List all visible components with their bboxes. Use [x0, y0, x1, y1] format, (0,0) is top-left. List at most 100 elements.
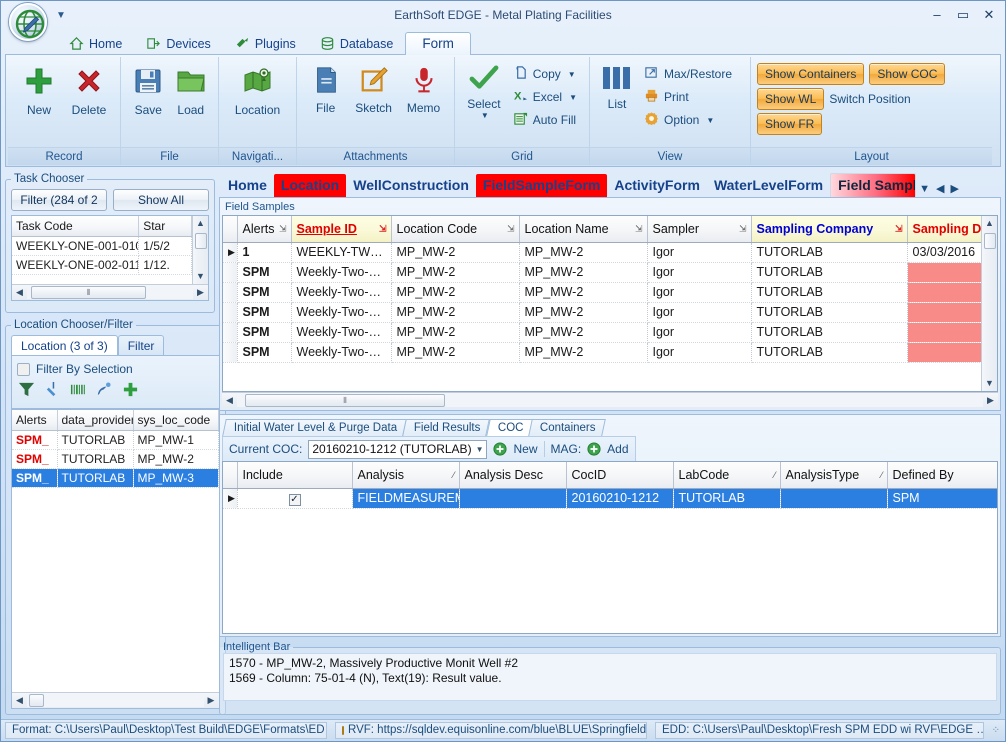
scroll-track[interactable]: ⦀ [27, 286, 193, 299]
tab-containers[interactable]: Containers [528, 419, 605, 436]
cell-sample-id[interactable]: Weekly-Two-… [291, 322, 391, 342]
col-sampling-company[interactable]: Sampling Company⇲ [751, 216, 907, 242]
task-col-start[interactable]: Star [139, 216, 192, 236]
tab-coc[interactable]: COC [486, 419, 533, 436]
table-row[interactable]: WEEKLY-ONE-002-011215 1/12. [12, 255, 192, 274]
scroll-right-icon[interactable]: ▶ [983, 395, 998, 406]
ribbon-tab-home[interactable]: Home [57, 32, 134, 55]
scroll-right-icon[interactable]: ▶ [193, 287, 208, 298]
coc-col-labcode[interactable]: LabCode⁄ [673, 462, 780, 488]
cell-sampling-date[interactable] [907, 342, 981, 362]
print-button[interactable]: Print [638, 86, 738, 108]
table-row[interactable]: ▶ ✓ FIELDMEASUREM… 20160210-1212 TUTORLA… [223, 488, 997, 508]
scroll-down-icon[interactable]: ▼ [196, 269, 205, 284]
location-col-data-provider[interactable]: data_provider [57, 410, 133, 430]
coc-cell-labcode[interactable]: TUTORLAB [673, 488, 780, 508]
chevron-down-icon[interactable]: ▼ [569, 93, 577, 102]
task-grid-horizontal-scrollbar[interactable]: ◀ ⦀ ▶ [12, 284, 208, 300]
plus-icon[interactable] [587, 442, 601, 456]
satellite-icon[interactable] [96, 381, 113, 401]
field-samples-horizontal-scrollbar[interactable]: ◀ ⦀ ▶ [222, 392, 998, 408]
coc-col-analysis-desc[interactable]: Analysis Desc [459, 462, 566, 488]
intelligent-bar-content[interactable]: 1570 - MP_MW-2, Massively Productive Mon… [223, 653, 997, 701]
cell-sampling-date[interactable] [907, 302, 981, 322]
excel-button[interactable]: X Excel ▼ [507, 86, 583, 108]
tab-initial-water-level[interactable]: Initial Water Level & Purge Data [222, 419, 407, 436]
table-row[interactable]: WEEKLY-ONE-001-010515 1/5/2 [12, 236, 192, 255]
cell-location-name[interactable]: MP_MW-2 [519, 302, 647, 322]
show-fr-button[interactable]: Show FR [757, 113, 822, 135]
scroll-up-icon[interactable]: ▲ [985, 216, 994, 231]
cell-location-code[interactable]: MP_MW-2 [391, 282, 519, 302]
cell-location-code[interactable]: MP_MW-2 [391, 322, 519, 342]
cell-sampling-company[interactable]: TUTORLAB [751, 242, 907, 262]
cell-sampling-company[interactable]: TUTORLAB [751, 282, 907, 302]
scroll-thumb[interactable]: ⦀ [31, 286, 146, 299]
tab-next-icon[interactable]: ▶ [950, 182, 958, 195]
form-tab-wellconstruction[interactable]: WellConstruction [346, 174, 476, 197]
application-orb-icon[interactable] [9, 3, 47, 41]
resize-grip-icon[interactable]: ⁘ [992, 725, 1001, 736]
table-row[interactable]: SPM_ TUTORLAB MP_MW-1 [12, 430, 218, 449]
plus-icon[interactable] [122, 381, 139, 401]
table-row[interactable]: SPM Weekly-Two-… MP_MW-2 MP_MW-2 Igor TU… [223, 302, 981, 322]
coc-grid[interactable]: Include Analysis⁄ Analysis Desc CocID La… [222, 461, 998, 634]
location-grid-horizontal-scrollbar[interactable]: ◀ ▶ [12, 692, 219, 708]
coc-col-analysis[interactable]: Analysis⁄ [352, 462, 459, 488]
status-rvf[interactable]: RVF: https://sqldev.equisonline.com/blue… [335, 722, 647, 739]
field-samples-vertical-scrollbar[interactable]: ▲ ▼ [981, 216, 997, 391]
filter-by-selection-checkbox[interactable] [17, 363, 30, 376]
minimize-icon[interactable]: – [929, 7, 945, 23]
maximize-icon[interactable]: ▭ [955, 7, 971, 23]
status-edd[interactable]: EDD: C:\Users\Paul\Desktop\Fresh SPM EDD… [655, 722, 984, 739]
scroll-right-icon[interactable]: ▶ [204, 695, 219, 706]
cell-sampler[interactable]: Igor [647, 322, 751, 342]
pin-icon[interactable]: ⇲ [895, 223, 903, 234]
task-chooser-grid[interactable]: Task Code Star WEEKLY-ONE-001-010515 1/5… [11, 215, 209, 301]
scroll-left-icon[interactable]: ◀ [222, 395, 237, 406]
location-col-sys-loc-code[interactable]: sys_loc_code [133, 410, 218, 430]
coc-col-analysistype[interactable]: AnalysisType⁄ [780, 462, 887, 488]
auto-fill-button[interactable]: Auto Fill [507, 109, 583, 131]
table-row[interactable]: SPM_ TUTORLAB MP_MW-3 [12, 468, 218, 487]
include-checkbox[interactable]: ✓ [289, 494, 301, 506]
cell-sampling-company[interactable]: TUTORLAB [751, 322, 907, 342]
scroll-down-icon[interactable]: ▼ [985, 376, 994, 391]
pin-icon[interactable]: ⇲ [739, 223, 747, 234]
table-row[interactable]: SPM Weekly-Two-… MP_MW-2 MP_MW-2 Igor TU… [223, 342, 981, 362]
cell-sampling-date[interactable] [907, 262, 981, 282]
location-col-alerts[interactable]: Alerts [12, 410, 57, 430]
tab-list-dropdown-icon[interactable]: ▼ [919, 183, 930, 195]
task-col-task-code[interactable]: Task Code [12, 216, 139, 236]
coc-cell-analysis[interactable]: FIELDMEASUREM… [352, 488, 459, 508]
cell-location-name[interactable]: MP_MW-2 [519, 342, 647, 362]
cell-sampling-company[interactable]: TUTORLAB [751, 262, 907, 282]
scroll-thumb[interactable] [195, 233, 207, 249]
cell-location-code[interactable]: MP_MW-2 [391, 342, 519, 362]
cell-sample-id[interactable]: Weekly-Two-… [291, 262, 391, 282]
cell-sampling-date[interactable] [907, 322, 981, 342]
chevron-down-icon[interactable]: ▼ [568, 70, 576, 79]
cell-sample-id[interactable]: Weekly-Two-… [291, 342, 391, 362]
form-tab-location[interactable]: Location [274, 174, 346, 197]
ribbon-tab-form[interactable]: Form [405, 32, 471, 55]
cell-sample-id[interactable]: Weekly-Two-… [291, 282, 391, 302]
pin-icon[interactable]: ⇲ [379, 223, 387, 234]
plus-icon[interactable] [493, 442, 507, 456]
cell-location-name[interactable]: MP_MW-2 [519, 282, 647, 302]
ribbon-tab-devices[interactable]: Devices [134, 32, 222, 55]
cell-sampling-date[interactable] [907, 282, 981, 302]
ribbon-tab-database[interactable]: Database [308, 32, 406, 55]
cell-sample-id[interactable]: Weekly-Two-… [291, 302, 391, 322]
col-location-name[interactable]: Location Name⇲ [519, 216, 647, 242]
file-attachment-button[interactable]: File [303, 61, 348, 119]
scroll-track[interactable] [27, 694, 204, 707]
coc-cell-cocid[interactable]: 20160210-1212 [566, 488, 673, 508]
new-button[interactable]: New [14, 61, 64, 121]
pointer-icon[interactable] [44, 381, 61, 401]
funnel-icon[interactable] [18, 381, 35, 401]
select-button[interactable]: Select ▼ [461, 61, 507, 124]
col-sampler[interactable]: Sampler⇲ [647, 216, 751, 242]
task-grid-vertical-scrollbar[interactable]: ▲ ▼ [192, 216, 208, 284]
delete-button[interactable]: Delete [64, 61, 114, 121]
